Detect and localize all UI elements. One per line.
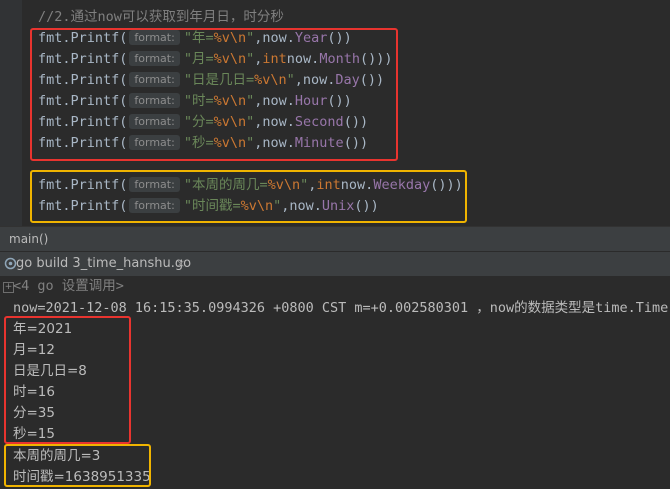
breadcrumb-main[interactable]: main() xyxy=(9,227,48,251)
code-editor[interactable]: //2.通过now可以获取到年月日，时分秒 fmt.Printf(format:… xyxy=(0,0,670,226)
run-tab-title[interactable]: go build 3_time_hanshu.go xyxy=(16,252,191,276)
yellow-highlight-box-output xyxy=(4,444,151,487)
red-highlight-box-output xyxy=(4,316,131,444)
yellow-highlight-box-code xyxy=(30,170,467,223)
folded-call-stack[interactable]: <4 go 设置调用> xyxy=(13,276,124,297)
editor-gutter xyxy=(0,0,22,226)
code-comment: //2.通过now可以获取到年月日，时分秒 xyxy=(38,9,284,25)
red-highlight-box-code xyxy=(30,28,398,161)
breadcrumb[interactable]: main() xyxy=(0,226,670,251)
run-console[interactable]: + <4 go 设置调用> now=2021-12-08 16:15:35.09… xyxy=(0,276,670,489)
close-icon[interactable]: × xyxy=(176,252,185,276)
run-tab-bar[interactable]: go build 3_time_hanshu.go × xyxy=(0,251,670,276)
